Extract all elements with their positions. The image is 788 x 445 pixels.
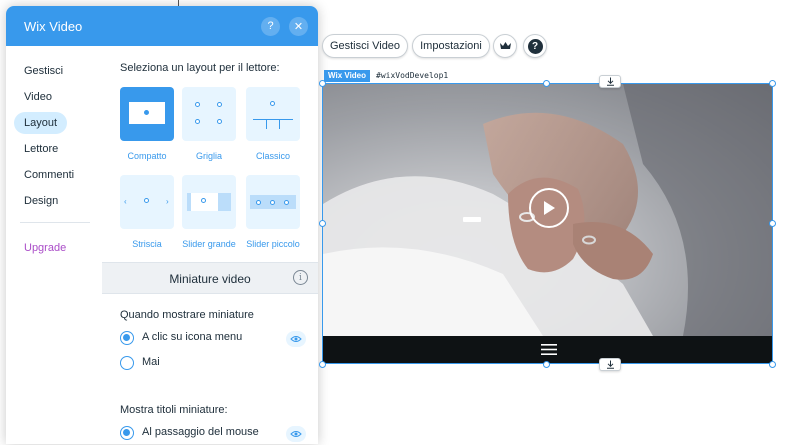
play-dot-icon [201,198,206,203]
sidebar-item-video[interactable]: Video [14,86,62,108]
widget-id-tag: #wixVodDevelop1 [373,70,452,82]
eye-icon [290,336,302,342]
eye-icon [290,431,302,437]
sidebar-divider [20,222,90,223]
chevron-right-icon: › [166,197,169,206]
panel-header: Wix Video ? ✕ [6,6,318,46]
preview-eye-button[interactable] [286,426,306,442]
thumbnails-titles-label: Mostra titoli miniature: [120,404,228,416]
layout-heading: Seleziona un layout per il lettore: [120,62,280,74]
resize-handle-right[interactable] [769,220,776,227]
sidebar-item-upgrade[interactable]: Upgrade [14,237,76,259]
play-dot-icon [144,110,149,115]
layout-content: Seleziona un layout per il lettore: Comp… [102,46,318,444]
layout-option-label: Classico [255,151,290,161]
manage-videos-button[interactable]: Gestisci Video [322,34,408,58]
resize-handle-bottom-right[interactable] [769,361,776,368]
sidebar-item-design[interactable]: Design [14,190,68,212]
thumbnails-section-header: Miniature video i [102,262,318,294]
radio-label-on-hover: Al passaggio del mouse [142,426,259,438]
play-dot-icon [144,198,149,203]
crown-icon [499,42,511,49]
thumbnails-when-label: Quando mostrare miniature [120,309,254,321]
layout-option-classico[interactable] [246,87,300,141]
play-dot-icon [270,101,275,106]
radio-label-on-menu-click: A clic su icona menu [142,331,243,343]
layout-preview-divider [266,120,267,129]
stretch-top-button[interactable] [599,75,621,88]
preview-eye-button[interactable] [286,331,306,347]
play-dot-icon [256,200,261,205]
sidebar-nav: Gestisci Video Layout Lettore Commenti D… [6,46,102,444]
download-arrow-icon [606,360,614,369]
play-dot-icon [284,200,289,205]
panel-body: Gestisci Video Layout Lettore Commenti D… [6,46,318,444]
sidebar-item-layout[interactable]: Layout [14,112,68,134]
stretch-bottom-button[interactable] [599,358,621,371]
layout-option-griglia[interactable] [182,87,236,141]
settings-button[interactable]: Impostazioni [412,34,490,58]
sidebar-item-gestisci[interactable]: Gestisci [14,60,73,82]
sidebar-item-lettore[interactable]: Lettore [14,138,68,160]
layout-option-slider-piccolo[interactable] [246,175,300,229]
resize-handle-top[interactable] [543,80,550,87]
chevron-left-icon: ‹ [124,197,127,206]
layout-preview-divider [279,120,280,129]
widget-selection-frame [322,83,773,364]
upgrade-crown-button[interactable] [493,34,517,58]
radio-label-never: Mai [142,356,160,368]
widget-type-tag: Wix Video [324,70,371,82]
help-button[interactable]: ? [261,16,280,36]
resize-handle-top-right[interactable] [769,80,776,87]
radio-never[interactable] [120,356,134,370]
info-icon[interactable]: i [293,270,308,285]
play-dot-icon [195,102,200,107]
layout-option-compatto[interactable] [120,87,174,141]
radio-on-menu-click[interactable] [120,331,134,345]
play-dot-icon [270,200,275,205]
radio-on-hover[interactable] [120,426,134,440]
play-dot-icon [217,119,222,124]
resize-handle-bottom-left[interactable] [319,361,326,368]
settings-panel: Wix Video ? ✕ Gestisci Video Layout Lett… [6,6,318,444]
layout-option-slider-grande[interactable] [182,175,236,229]
layout-preview-divider [253,119,293,120]
play-dot-icon [195,119,200,124]
resize-handle-bottom[interactable] [543,361,550,368]
resize-handle-left[interactable] [319,220,326,227]
layout-option-label: Slider piccolo [246,239,300,249]
close-button[interactable]: ✕ [289,16,308,36]
download-arrow-icon [606,77,614,86]
layout-option-striscia[interactable]: ‹ › [120,175,174,229]
help-icon: ? [527,38,543,54]
sidebar-item-commenti[interactable]: Commenti [14,164,84,186]
thumbnails-section-title: Miniature video [169,272,251,286]
widget-help-button[interactable]: ? [523,34,547,58]
resize-handle-top-left[interactable] [319,80,326,87]
play-dot-icon [217,102,222,107]
panel-title: Wix Video [24,18,83,34]
